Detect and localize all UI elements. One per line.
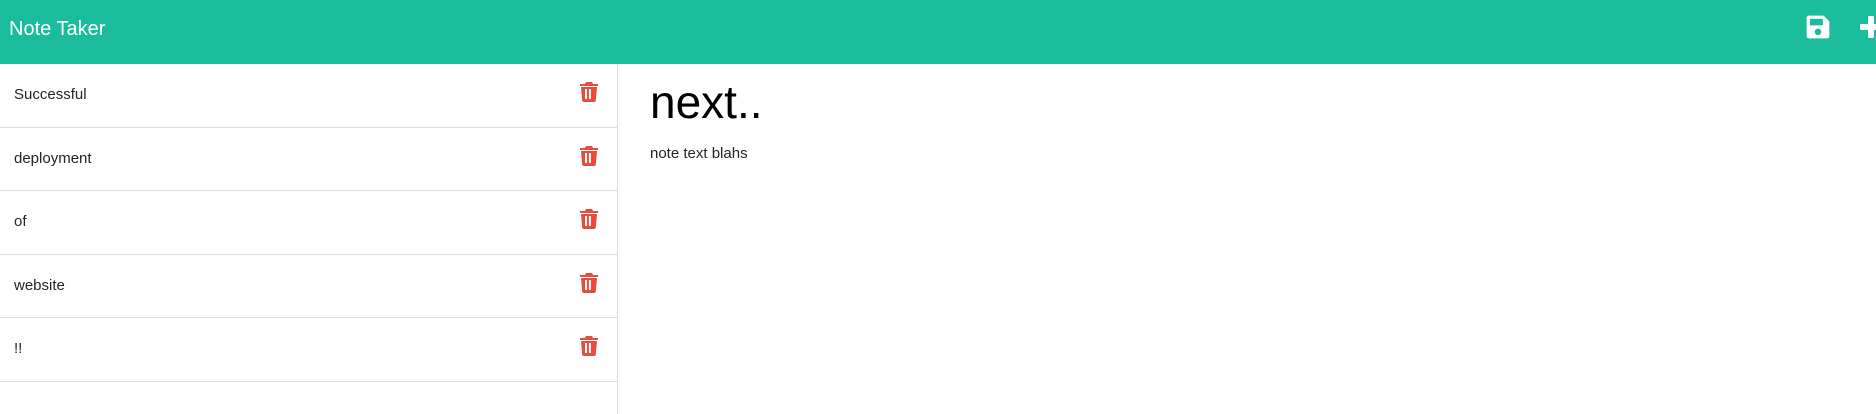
trash-icon[interactable] [580, 209, 598, 229]
plus-icon[interactable] [1858, 14, 1876, 40]
note-list-item-title: website [14, 276, 65, 294]
note-list-item[interactable]: website [0, 255, 617, 318]
note-list-item[interactable]: deployment [0, 128, 617, 191]
note-editor: next.. note text blahs [619, 64, 1876, 414]
note-list-item-title: of [14, 213, 27, 230]
navbar: Note Taker [0, 0, 1876, 64]
note-list-item[interactable]: of [0, 191, 617, 255]
note-list-item[interactable]: Successful [0, 64, 617, 128]
note-list: Successful deployment of website !! [0, 64, 618, 414]
note-list-item-title: Successful [14, 86, 87, 103]
app-title[interactable]: Note Taker [9, 17, 105, 41]
note-text[interactable]: note text blahs [650, 145, 748, 163]
note-list-item-title: !! [14, 340, 23, 357]
trash-icon[interactable] [580, 336, 598, 356]
note-title[interactable]: next.. [650, 74, 763, 130]
trash-icon[interactable] [580, 272, 598, 293]
note-list-item[interactable]: !! [0, 318, 617, 382]
save-icon[interactable] [1805, 14, 1831, 40]
note-list-item-title: deployment [14, 149, 92, 167]
trash-icon[interactable] [580, 82, 598, 102]
trash-icon[interactable] [580, 145, 598, 166]
